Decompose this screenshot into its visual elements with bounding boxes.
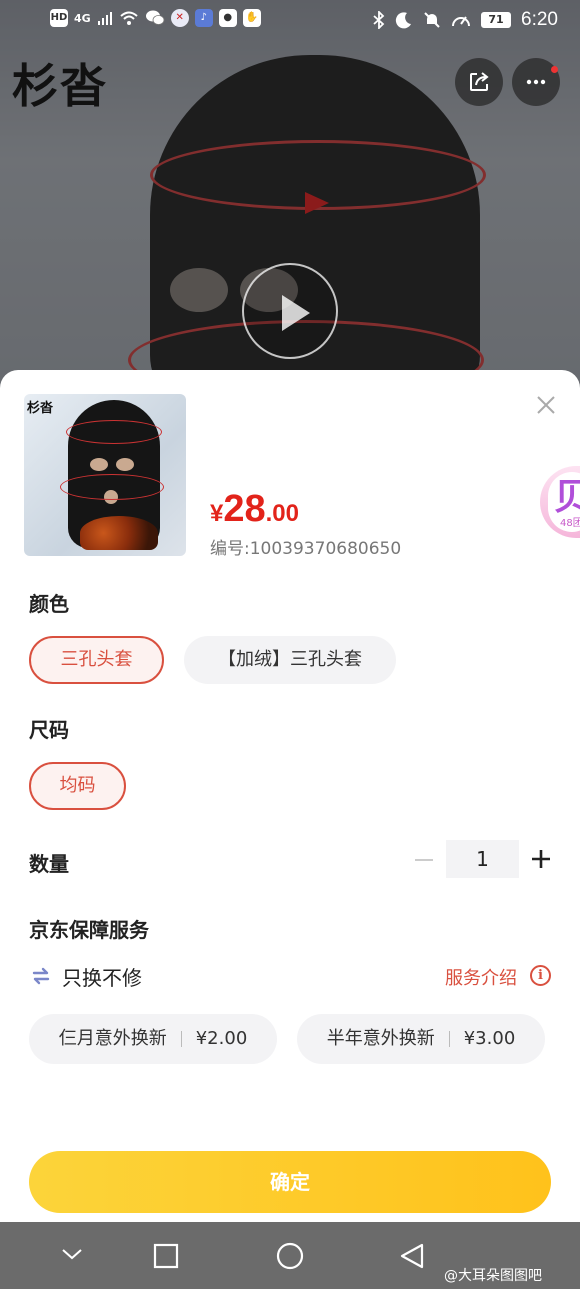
brand-title: 杉沓 [12, 59, 108, 113]
floating-promo-badge[interactable]: 贝 48团 [540, 466, 580, 538]
thumbnail-brand: 杉沓 [27, 401, 54, 416]
status-right: 71 6:20 [373, 9, 558, 31]
bluetooth-icon [373, 11, 385, 29]
service-intro-link[interactable]: 服务介绍 [445, 964, 517, 990]
plan-divider [180, 1031, 182, 1047]
status-left: HD 4G ✕ ♪ ● ✋ [50, 9, 261, 27]
more-icon [526, 79, 546, 85]
plan-three-month[interactable]: 仨月意外换新 ¥2.00 [29, 1014, 277, 1064]
battery-indicator: 71 [481, 12, 512, 28]
moon-icon [395, 12, 412, 29]
recent-apps-icon[interactable] [153, 1243, 179, 1269]
price-integer: 28 [223, 488, 266, 530]
size-option-one-size[interactable]: 均码 [29, 762, 126, 810]
plan-half-year[interactable]: 半年意外换新 ¥3.00 [297, 1014, 545, 1064]
plan-divider [448, 1031, 450, 1047]
app-x-icon: ✕ [170, 9, 189, 27]
confirm-button[interactable]: 确定 [29, 1151, 551, 1213]
plan-price: ¥2.00 [195, 1028, 248, 1049]
quantity-increase-button[interactable] [530, 848, 552, 870]
exchange-icon [32, 967, 50, 985]
price-decimal: .00 [265, 500, 300, 527]
wechat-icon [145, 10, 165, 25]
watermark: @大耳朵图图吧 [444, 1268, 542, 1284]
app-shield-icon: ✋ [242, 9, 261, 27]
play-icon [282, 295, 310, 331]
service-section-title: 京东保障服务 [29, 918, 149, 942]
mute-bell-icon [424, 12, 440, 28]
hide-keyboard-chevron-icon[interactable] [60, 1246, 84, 1262]
status-bar: HD 4G ✕ ♪ ● ✋ 71 6:20 [0, 0, 580, 42]
plan-name: 仨月意外换新 [58, 1028, 167, 1049]
status-time: 6:20 [521, 9, 558, 30]
service-name: 只换不修 [62, 966, 142, 990]
color-option-three-hole[interactable]: 三孔头套 [29, 636, 164, 684]
signal-label: 4G [74, 11, 91, 25]
size-section-title: 尺码 [29, 718, 69, 742]
music-icon: ♪ [194, 9, 213, 27]
hd-badge: HD [50, 9, 68, 27]
share-icon [470, 72, 489, 91]
color-section-title: 颜色 [29, 592, 69, 616]
quantity-section-title: 数量 [29, 852, 69, 876]
share-button[interactable] [455, 58, 503, 106]
plan-name: 半年意外换新 [326, 1028, 435, 1049]
promo-badge-label: 48团 [560, 518, 580, 529]
product-video-background: 杉沓 [0, 0, 580, 400]
price-currency: ¥ [210, 500, 224, 527]
quantity-decrease-button[interactable] [412, 848, 436, 872]
wifi-icon [120, 11, 138, 25]
thumbnail-fur-lining [80, 516, 158, 550]
notification-dot [551, 66, 558, 73]
sku-selection-sheet: 杉沓 ¥28.00 编号:10039370680650 贝 48团 颜色 三孔头… [0, 370, 580, 1222]
sku-number: 编号:10039370680650 [210, 539, 402, 559]
color-option-fleece-three-hole[interactable]: 【加绒】三孔头套 [184, 636, 396, 684]
home-icon[interactable] [276, 1242, 304, 1270]
qq-icon: ● [218, 9, 237, 27]
product-thumbnail[interactable]: 杉沓 [24, 394, 186, 556]
signal-icon [97, 12, 112, 25]
info-icon[interactable]: i [530, 965, 551, 986]
close-icon[interactable] [535, 394, 557, 416]
thumbnail-ring-bottom [60, 474, 164, 500]
plan-price: ¥3.00 [463, 1028, 516, 1049]
thumbnail-eye-right [116, 458, 134, 471]
thumbnail-eye-left [90, 458, 108, 471]
more-button[interactable] [512, 58, 560, 106]
quantity-input[interactable]: 1 [446, 840, 519, 878]
play-video-button[interactable] [242, 263, 338, 359]
price: ¥28.00 [210, 488, 299, 531]
thumbnail-ring-top [66, 420, 162, 444]
speed-gauge-icon [452, 16, 471, 27]
back-icon[interactable] [399, 1242, 425, 1270]
